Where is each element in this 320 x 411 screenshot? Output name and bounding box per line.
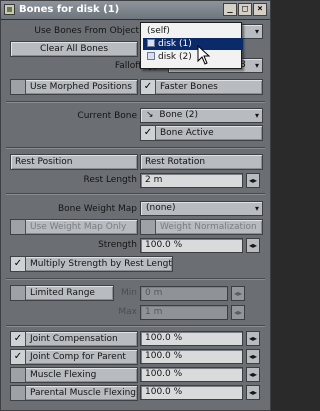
chevron-down-icon: ▾ — [254, 27, 259, 36]
rest-rotation-button[interactable]: Rest Rotation — [140, 154, 263, 170]
check-icon: ✓ — [11, 350, 26, 364]
min-field[interactable]: 0 m — [140, 286, 228, 301]
object-dropdown-menu: (self) disk (1) disk (2) — [140, 22, 243, 69]
joint-compensation-label: Joint Compensation — [30, 334, 118, 344]
strength-field[interactable]: 100.0 % — [140, 238, 243, 253]
chevron-down-icon: ▾ — [254, 204, 259, 213]
use-morphed-positions-toggle[interactable]: Use Morphed Positions — [10, 79, 138, 95]
check-icon: ✓ — [11, 332, 26, 346]
app-icon — [4, 4, 15, 15]
weight-normalization-toggle[interactable]: Weight Normalization — [140, 219, 263, 235]
maximize-button[interactable]: □ — [238, 3, 252, 16]
separator — [6, 193, 265, 195]
object-icon — [147, 38, 155, 47]
close-button[interactable]: × — [253, 3, 267, 16]
multiply-strength-label: Multiply Strength by Rest Length — [30, 259, 173, 269]
min-label: Min — [121, 288, 137, 298]
limited-range-label: Limited Range — [30, 288, 95, 298]
menu-item-label: disk (1) — [158, 39, 192, 49]
use-bones-from-object-label: Use Bones From Object — [34, 26, 139, 36]
min-spinner[interactable]: ◂▸ — [231, 286, 245, 301]
current-bone-value: Bone (2) — [159, 110, 198, 120]
check-icon: ✓ — [141, 126, 156, 140]
check-icon: ✓ — [141, 80, 156, 94]
separator — [6, 278, 265, 280]
separator — [6, 147, 265, 149]
bone-active-label: Bone Active — [160, 128, 214, 138]
bone-weight-map-select[interactable]: (none) ▾ — [140, 201, 263, 216]
checkbox-empty-icon — [11, 386, 26, 400]
bone-active-toggle[interactable]: ✓ Bone Active — [140, 125, 263, 141]
parental-muscle-flexing-toggle[interactable]: Parental Muscle Flexing — [10, 385, 138, 401]
separator — [6, 101, 265, 103]
weight-normalization-label: Weight Normalization — [160, 222, 257, 232]
muscle-flexing-label: Muscle Flexing — [30, 370, 97, 380]
max-spinner[interactable]: ◂▸ — [231, 305, 245, 320]
joint-compensation-spinner[interactable]: ◂▸ — [246, 331, 260, 346]
use-morphed-positions-label: Use Morphed Positions — [30, 82, 132, 92]
strength-spinner[interactable]: ◂▸ — [246, 238, 260, 253]
rest-length-field[interactable]: 2 m — [140, 173, 243, 188]
title-bar[interactable]: Bones for disk (1) _ □ × — [1, 1, 270, 20]
bone-weight-map-value: (none) — [146, 203, 176, 213]
muscle-flexing-field[interactable]: 100.0 % — [140, 367, 243, 382]
use-weight-map-only-toggle[interactable]: Use Weight Map Only — [10, 219, 138, 235]
parental-muscle-flexing-field[interactable]: 100.0 % — [140, 385, 243, 400]
muscle-flexing-spinner[interactable]: ◂▸ — [246, 367, 260, 382]
joint-comp-parent-field[interactable]: 100.0 % — [140, 349, 243, 364]
checkbox-empty-icon — [141, 220, 156, 234]
joint-comp-parent-spinner[interactable]: ◂▸ — [246, 349, 260, 364]
menu-item-self[interactable]: (self) — [143, 25, 243, 37]
bones-panel-window: Bones for disk (1) _ □ × Use Bones From … — [0, 0, 271, 411]
current-bone-select[interactable]: ↘ Bone (2) ▾ — [140, 108, 263, 123]
minimize-button[interactable]: _ — [223, 3, 237, 16]
checkbox-empty-icon — [11, 220, 26, 234]
checkbox-empty-icon — [11, 80, 26, 94]
joint-comp-parent-toggle[interactable]: ✓ Joint Comp for Parent — [10, 349, 138, 365]
joint-comp-parent-label: Joint Comp for Parent — [30, 352, 126, 362]
muscle-flexing-toggle[interactable]: Muscle Flexing — [10, 367, 138, 383]
menu-item-disk-1[interactable]: disk (1) — [143, 38, 243, 50]
menu-item-label: disk (2) — [158, 52, 192, 62]
use-weight-map-only-label: Use Weight Map Only — [30, 222, 127, 232]
chevron-down-icon: ▾ — [254, 61, 259, 70]
max-label: Max — [118, 307, 137, 317]
bone-icon: ↘ — [146, 110, 154, 120]
strength-label: Strength — [98, 240, 137, 250]
current-bone-label: Current Bone — [77, 111, 137, 121]
menu-item-disk-2[interactable]: disk (2) — [143, 51, 243, 63]
rest-length-label: Rest Length — [83, 175, 137, 185]
multiply-strength-toggle[interactable]: ✓ Multiply Strength by Rest Length — [10, 256, 173, 272]
checkbox-empty-icon — [11, 286, 26, 300]
faster-bones-label: Faster Bones — [160, 82, 218, 92]
separator — [6, 325, 265, 327]
checkbox-empty-icon — [11, 368, 26, 382]
limited-range-toggle[interactable]: Limited Range — [10, 285, 114, 301]
window-title: Bones for disk (1) — [19, 4, 120, 15]
faster-bones-toggle[interactable]: ✓ Faster Bones — [140, 79, 263, 95]
bone-weight-map-label: Bone Weight Map — [58, 204, 137, 214]
parental-muscle-flexing-label: Parental Muscle Flexing — [30, 388, 136, 398]
rest-position-button[interactable]: Rest Position — [10, 154, 138, 170]
parental-muscle-flexing-spinner[interactable]: ◂▸ — [246, 385, 260, 400]
joint-compensation-toggle[interactable]: ✓ Joint Compensation — [10, 331, 138, 347]
object-icon — [147, 51, 155, 60]
max-field[interactable]: 1 m — [140, 305, 228, 320]
rest-length-spinner[interactable]: ◂▸ — [246, 173, 260, 188]
clear-all-bones-button[interactable]: Clear All Bones — [10, 41, 138, 57]
chevron-down-icon: ▾ — [254, 111, 259, 120]
check-icon: ✓ — [11, 257, 26, 271]
mouse-cursor-icon — [197, 45, 211, 65]
joint-compensation-field[interactable]: 100.0 % — [140, 331, 243, 346]
